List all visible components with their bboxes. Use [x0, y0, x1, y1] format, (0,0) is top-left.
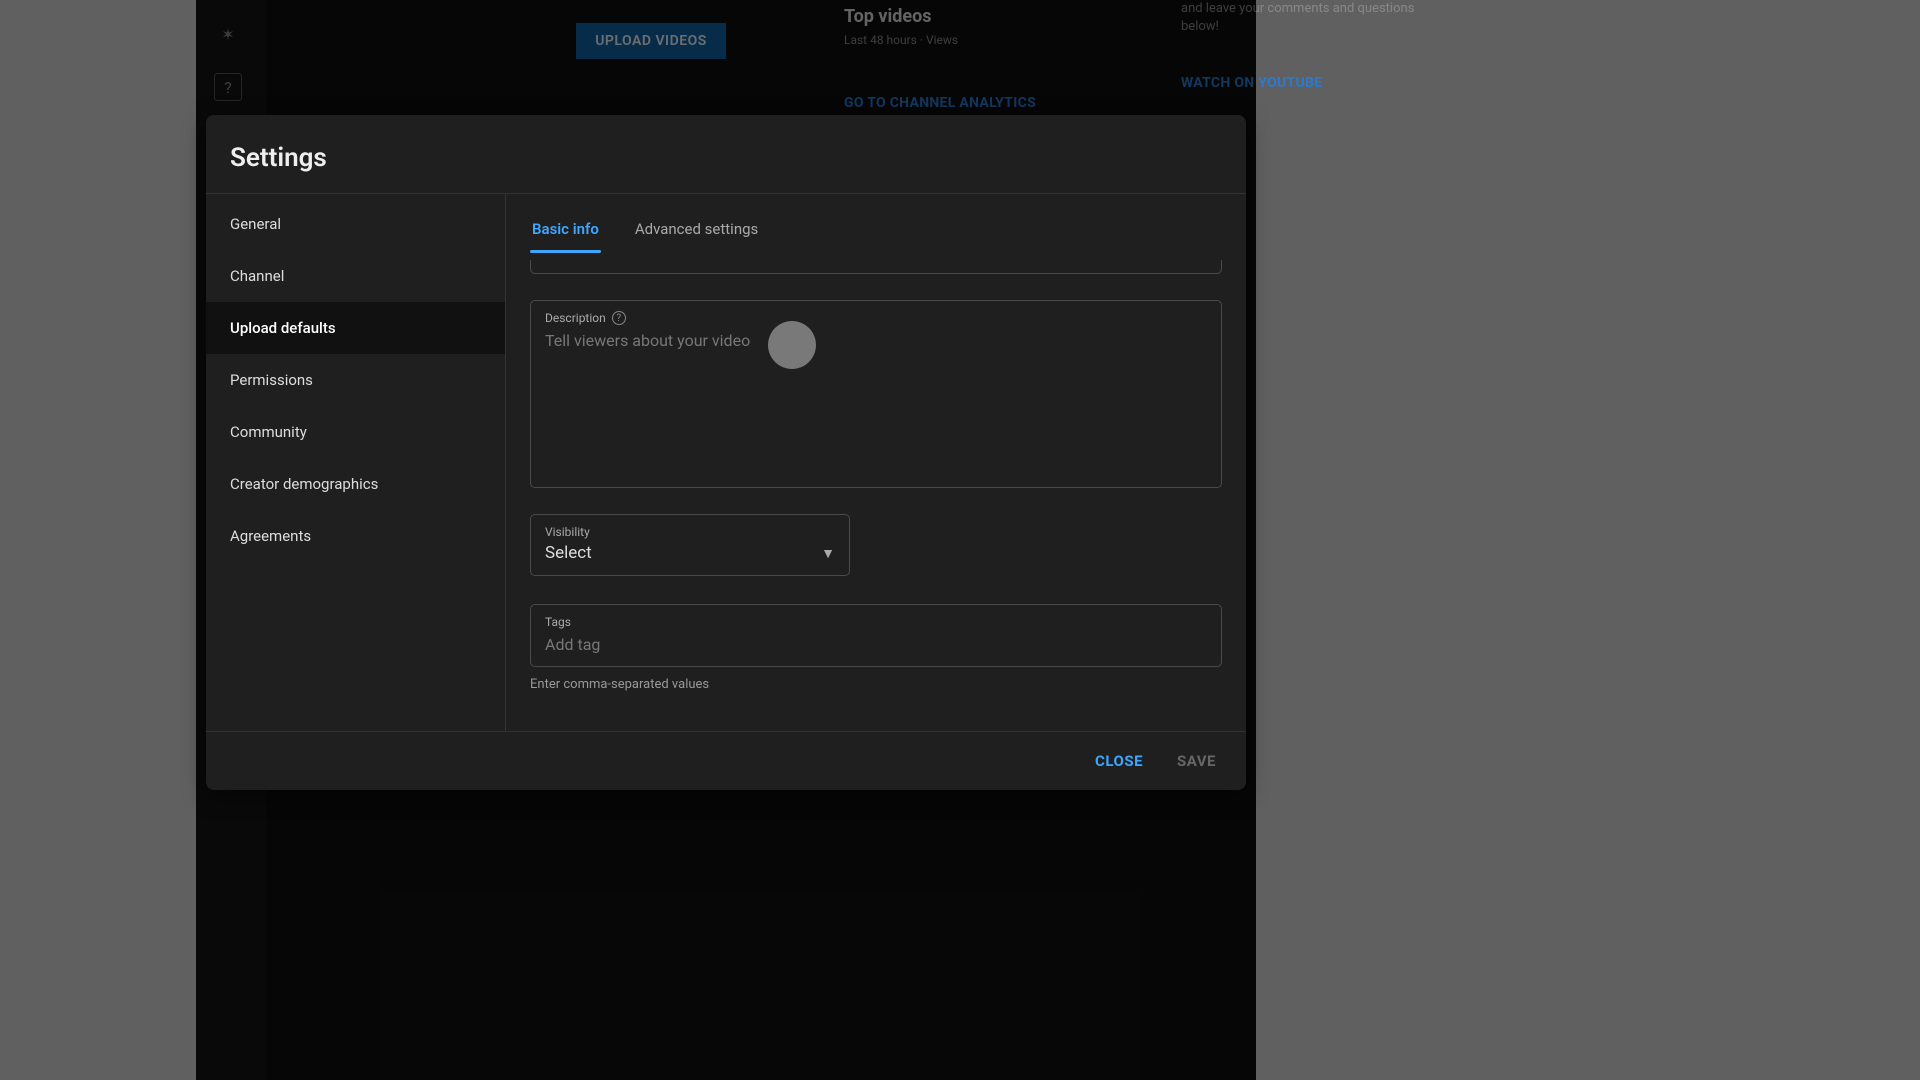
description-label: Description: [545, 311, 606, 325]
settings-title: Settings: [206, 115, 1246, 194]
visibility-value: Select: [545, 543, 592, 563]
settings-footer: CLOSE SAVE: [206, 731, 1246, 790]
visibility-field[interactable]: Visibility Select ▼: [530, 514, 850, 576]
sidebar-item-creator-demographics[interactable]: Creator demographics: [206, 458, 505, 510]
settings-sidebar: General Channel Upload defaults Permissi…: [206, 194, 506, 731]
sidebar-item-agreements[interactable]: Agreements: [206, 510, 505, 562]
chevron-down-icon: ▼: [821, 545, 835, 562]
channel-analytics-link[interactable]: GO TO CHANNEL ANALYTICS: [844, 95, 1144, 111]
watch-on-youtube-link[interactable]: WATCH ON YOUTUBE: [1181, 74, 1451, 94]
promo-card: and leave your comments and questions be…: [1181, 0, 1451, 94]
top-videos-title: Top videos: [844, 6, 1144, 27]
tab-advanced-settings[interactable]: Advanced settings: [633, 210, 760, 252]
sidebar-item-permissions[interactable]: Permissions: [206, 354, 505, 406]
settings-dialog: Settings General Channel Upload defaults…: [206, 115, 1246, 790]
description-field[interactable]: Description ?: [530, 300, 1222, 488]
sidebar-item-community[interactable]: Community: [206, 406, 505, 458]
tags-input[interactable]: [545, 635, 1207, 654]
sidebar-item-channel[interactable]: Channel: [206, 250, 505, 302]
top-videos-subtitle: Last 48 hours · Views: [844, 33, 1144, 47]
close-button[interactable]: CLOSE: [1087, 746, 1151, 776]
tags-helper: Enter comma-separated values: [530, 677, 1222, 692]
settings-panel: Basic info Advanced settings Description…: [506, 194, 1246, 731]
tags-field[interactable]: Tags: [530, 604, 1222, 667]
save-button[interactable]: SAVE: [1169, 746, 1224, 776]
upload-videos-button[interactable]: UPLOAD VIDEOS: [576, 23, 726, 59]
settings-tabs: Basic info Advanced settings: [530, 194, 1222, 252]
magic-wand-icon: ✶: [214, 20, 242, 48]
sidebar-item-upload-defaults[interactable]: Upload defaults: [206, 302, 505, 354]
top-videos-card: Top videos Last 48 hours · Views GO TO C…: [844, 0, 1144, 111]
tags-label: Tags: [545, 615, 571, 629]
title-field-bottom-edge[interactable]: [530, 260, 1222, 274]
tab-basic-info[interactable]: Basic info: [530, 210, 601, 252]
help-icon: ?: [214, 73, 242, 101]
visibility-label: Visibility: [545, 525, 590, 539]
promo-text: and leave your comments and questions be…: [1181, 0, 1451, 36]
sidebar-item-general[interactable]: General: [206, 198, 505, 250]
description-input[interactable]: [545, 331, 1207, 451]
help-icon[interactable]: ?: [612, 311, 626, 325]
